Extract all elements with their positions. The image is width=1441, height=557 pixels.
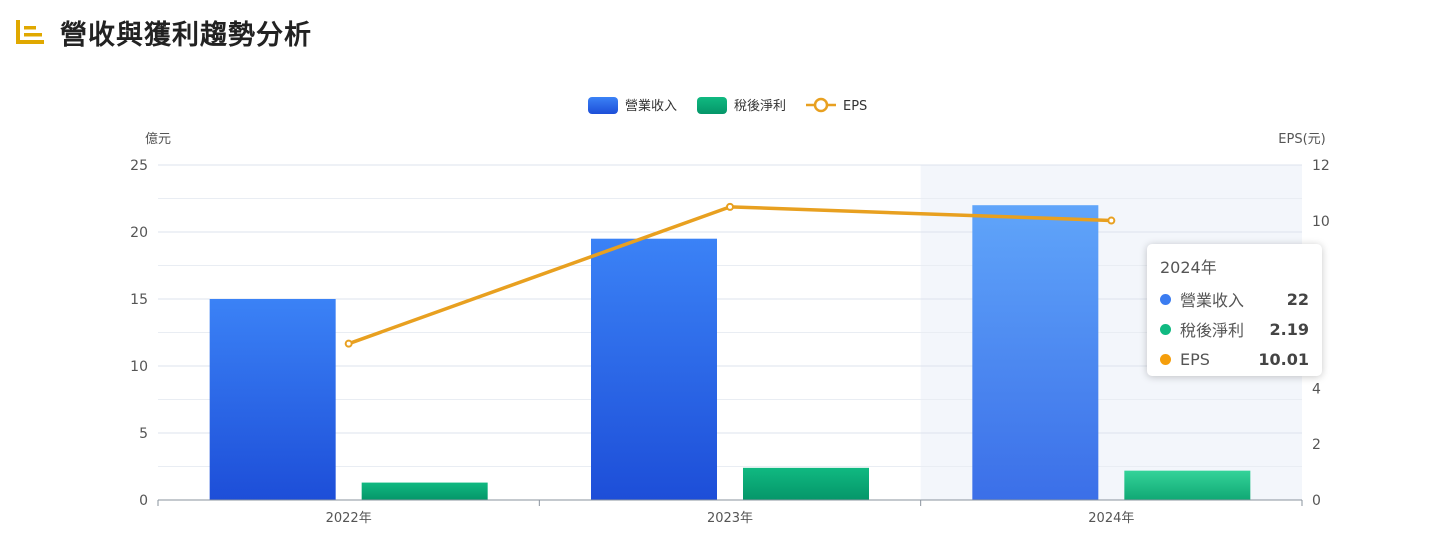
- net-income-bar: [1124, 470, 1251, 500]
- tooltip-label: EPS: [1180, 349, 1210, 369]
- net-income-bar: [743, 467, 869, 500]
- legend-net-income-swatch: [697, 97, 727, 114]
- tooltip-value: 2.19: [1269, 319, 1309, 339]
- eps-dot-icon: [1160, 353, 1171, 365]
- left-tick-label: 0: [139, 493, 148, 509]
- revenue-bar: [591, 238, 717, 500]
- tooltip-row-net-income: 稅後淨利 2.19: [1160, 314, 1309, 344]
- eps-point: [344, 339, 353, 348]
- right-tick-label: 12: [1312, 158, 1330, 174]
- left-axis-label: 億元: [145, 131, 171, 147]
- tooltip-value: 10.01: [1258, 349, 1309, 369]
- net-income-dot-icon: [1160, 323, 1171, 335]
- x-tick-label: 2022年: [326, 511, 372, 526]
- chart-tooltip: 2024年 營業收入 22 稅後淨利 2.19 EPS 10.01: [1147, 244, 1322, 376]
- tooltip-row-eps: EPS 10.01: [1160, 344, 1309, 374]
- left-tick-label: 10: [130, 359, 148, 375]
- net-income-bar: [361, 482, 488, 500]
- legend-label: 營業收入: [625, 98, 677, 114]
- legend-eps-marker: [813, 97, 829, 113]
- revenue-bar: [972, 205, 1099, 500]
- x-tick-label: 2023年: [707, 511, 753, 526]
- right-axis-label: EPS(元): [1278, 132, 1325, 147]
- legend-revenue-swatch: [588, 97, 618, 114]
- right-tick-label: 0: [1312, 493, 1321, 509]
- right-tick-label: 4: [1312, 381, 1321, 397]
- left-tick-label: 15: [130, 292, 148, 308]
- tooltip-label: 稅後淨利: [1180, 321, 1245, 340]
- tooltip-value: 22: [1286, 289, 1309, 309]
- right-tick-label: 10: [1312, 214, 1330, 230]
- tooltip-label: 營業收入: [1180, 291, 1245, 310]
- legend-label: EPS: [843, 99, 867, 114]
- right-tick-label: 2: [1312, 437, 1321, 453]
- left-tick-label: 25: [130, 158, 148, 174]
- eps-point: [726, 202, 734, 211]
- left-tick-label: 5: [139, 426, 148, 442]
- legend-label: 稅後淨利: [734, 99, 786, 114]
- x-tick-label: 2024年: [1088, 511, 1134, 526]
- tooltip-title: 2024年: [1160, 258, 1217, 277]
- revenue-dot-icon: [1160, 293, 1171, 305]
- tooltip-row-revenue: 營業收入 22: [1160, 284, 1309, 314]
- revenue-bar: [209, 299, 336, 500]
- left-tick-label: 20: [130, 225, 148, 241]
- eps-point: [1107, 216, 1116, 225]
